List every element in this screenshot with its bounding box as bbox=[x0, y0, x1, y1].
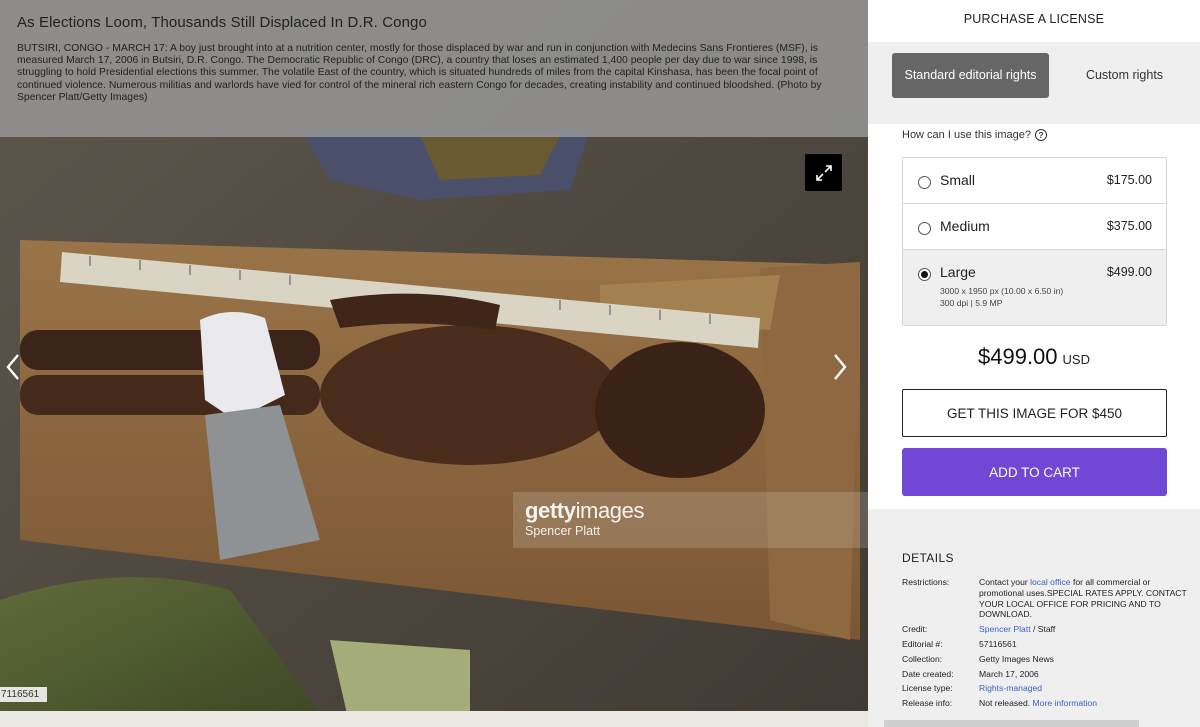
size-option-small[interactable]: Small $175.00 bbox=[903, 158, 1166, 204]
asset-id-label: 7116561 bbox=[0, 687, 48, 702]
size-price: $499.00 bbox=[1106, 265, 1152, 279]
size-options: Small $175.00 Medium $375.00 Large $499.… bbox=[902, 157, 1167, 326]
details-section: DETAILS Restrictions: Contact your local… bbox=[902, 551, 1192, 713]
size-dimensions: 3000 x 1950 px (10.00 x 6.50 in) bbox=[940, 286, 1064, 296]
detail-row-editorial: Editorial #: 57116561 bbox=[902, 639, 1192, 650]
photo-title: As Elections Loom, Thousands Still Displ… bbox=[17, 14, 427, 31]
detail-value: Spencer Platt / Staff bbox=[979, 624, 1056, 635]
detail-row-release: Release info: Not released. More informa… bbox=[902, 698, 1192, 709]
details-title: DETAILS bbox=[902, 551, 954, 565]
photo-viewer: As Elections Loom, Thousands Still Displ… bbox=[0, 0, 868, 727]
expand-button[interactable] bbox=[805, 154, 842, 191]
next-image-button[interactable] bbox=[827, 352, 853, 382]
size-option-medium[interactable]: Medium $375.00 bbox=[903, 204, 1166, 250]
detail-label: Restrictions: bbox=[902, 577, 950, 587]
usage-section: How can I use this image? ? Small $175.0… bbox=[868, 124, 1200, 509]
detail-label: Editorial #: bbox=[902, 638, 943, 649]
license-type-link[interactable]: Rights-managed bbox=[979, 683, 1192, 694]
detail-label: Release info: bbox=[902, 698, 953, 709]
watermark-credit: Spencer Platt bbox=[525, 524, 601, 538]
horizontal-scrollbar[interactable] bbox=[0, 711, 868, 727]
chevron-right-icon bbox=[834, 354, 847, 380]
detail-row-collection: Collection: Getty Images News bbox=[902, 654, 1192, 665]
detail-value: Contact your local office for all commer… bbox=[979, 577, 1187, 620]
usage-question-text: How can I use this image? bbox=[902, 129, 1032, 141]
size-meta: 3000 x 1950 px (10.00 x 6.50 in) 300 dpi… bbox=[940, 285, 1063, 309]
getty-logo: gettyimages bbox=[525, 498, 645, 523]
detail-label: Date created: bbox=[902, 668, 954, 679]
usage-question: How can I use this image? ? bbox=[902, 129, 1048, 141]
chevron-left-icon bbox=[6, 354, 19, 380]
get-image-button[interactable]: GET THIS IMAGE FOR $450 bbox=[902, 389, 1167, 437]
getty-watermark: gettyimages Spencer Platt bbox=[513, 492, 868, 548]
expand-icon bbox=[815, 164, 832, 181]
purchase-panel: PURCHASE A LICENSE Standard editorial ri… bbox=[868, 0, 1200, 727]
size-name: Large bbox=[940, 264, 976, 280]
local-office-link[interactable]: local office bbox=[1030, 577, 1070, 587]
caption-panel: As Elections Loom, Thousands Still Displ… bbox=[0, 0, 868, 137]
total-currency: USD bbox=[1062, 352, 1090, 367]
detail-value: 57116561 bbox=[979, 638, 1017, 649]
size-price: $175.00 bbox=[1106, 173, 1152, 187]
detail-label: License type: bbox=[902, 683, 953, 694]
add-to-cart-button[interactable]: ADD TO CART bbox=[902, 448, 1167, 496]
size-name: Small bbox=[940, 172, 976, 188]
detail-row-license: License type: Rights-managed bbox=[902, 683, 1192, 694]
more-information-link[interactable]: More information bbox=[1033, 698, 1097, 708]
radio-button[interactable] bbox=[918, 176, 931, 189]
custom-rights-tab[interactable]: Custom rights bbox=[1046, 53, 1200, 98]
total-price: $499.00 USD bbox=[868, 344, 1200, 370]
previous-image-button[interactable] bbox=[0, 352, 26, 382]
size-price: $375.00 bbox=[1106, 219, 1152, 233]
photo-caption: BUTSIRI, CONGO - MARCH 17: A boy just br… bbox=[17, 43, 822, 103]
radio-button-selected[interactable] bbox=[918, 268, 931, 281]
panel-scrollbar[interactable] bbox=[868, 720, 1200, 727]
rights-selector: Standard editorial rights Custom rights bbox=[868, 42, 1200, 124]
help-icon[interactable]: ? bbox=[1035, 129, 1048, 141]
detail-label: Collection: bbox=[902, 653, 943, 664]
size-option-large[interactable]: Large $499.00 3000 x 1950 px (10.00 x 6.… bbox=[903, 250, 1166, 325]
total-amount: $499.00 bbox=[978, 344, 1058, 369]
size-resolution: 300 dpi | 5.9 MP bbox=[940, 298, 1003, 308]
detail-value: Not released. More information bbox=[979, 698, 1097, 709]
purchase-license-header: PURCHASE A LICENSE bbox=[868, 0, 1200, 42]
detail-label: Credit: bbox=[902, 624, 928, 635]
detail-row-restrictions: Restrictions: Contact your local office … bbox=[902, 577, 1192, 620]
detail-row-date: Date created: March 17, 2006 bbox=[902, 669, 1192, 680]
photographer-link[interactable]: Spencer Platt bbox=[979, 624, 1031, 634]
detail-row-credit: Credit: Spencer Platt / Staff bbox=[902, 624, 1192, 635]
size-name: Medium bbox=[940, 218, 990, 234]
detail-value: March 17, 2006 bbox=[979, 668, 1039, 679]
standard-editorial-rights-tab[interactable]: Standard editorial rights bbox=[892, 53, 1049, 98]
radio-button[interactable] bbox=[918, 222, 931, 235]
scrollbar-thumb[interactable] bbox=[884, 720, 1139, 727]
detail-value: Getty Images News bbox=[979, 653, 1054, 664]
